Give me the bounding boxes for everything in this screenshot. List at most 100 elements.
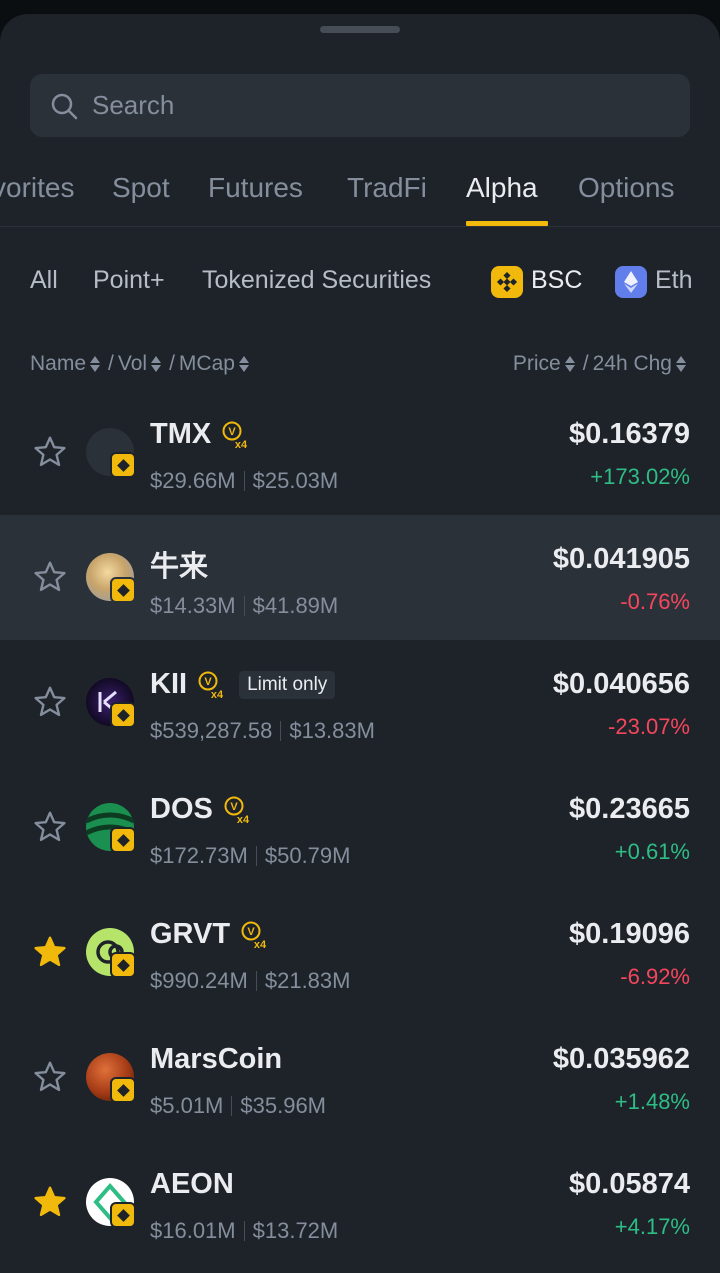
sort-vol-label[interactable]: Vol: [118, 352, 147, 376]
token-price: $0.05874: [569, 1168, 690, 1200]
sort-arrows-icon[interactable]: [151, 356, 162, 372]
token-row[interactable]: MarsCoin $5.01M $35.96M $0.035962 +1.48%: [0, 1015, 720, 1140]
svg-text:V: V: [229, 426, 237, 438]
chip-bsc[interactable]: BSC: [531, 266, 582, 295]
sort-separator: /: [169, 352, 175, 375]
chip-point-plus[interactable]: Point+: [93, 266, 165, 295]
bsc-badge-icon: [110, 1202, 136, 1228]
chip-tokenized-securities[interactable]: Tokenized Securities: [202, 266, 431, 295]
divider: [243, 1221, 245, 1241]
star-icon[interactable]: [32, 809, 68, 845]
x4-multiplier-icon: V x4: [241, 921, 267, 950]
divider: [255, 846, 257, 866]
divider: [243, 596, 245, 616]
token-price: $0.16379: [569, 418, 690, 450]
tab-spot[interactable]: Spot: [112, 172, 170, 204]
bsc-chain-icon: [491, 266, 523, 298]
svg-text:x4: x4: [254, 939, 267, 950]
token-symbol: AEON: [150, 1168, 234, 1200]
token-market-cap: $21.83M: [264, 968, 351, 993]
bsc-badge-icon: [110, 702, 136, 728]
token-symbol: MarsCoin: [150, 1043, 283, 1075]
sort-arrows-icon[interactable]: [238, 356, 249, 372]
star-icon[interactable]: [32, 559, 68, 595]
tab-options[interactable]: Options: [578, 172, 675, 204]
chip-all[interactable]: All: [30, 266, 58, 295]
token-change: -23.07%: [608, 714, 690, 739]
token-row[interactable]: DOS V x4 $172.73M $50.79M $0.23665 +0.61…: [0, 765, 720, 890]
chip-eth[interactable]: Eth: [655, 266, 693, 295]
star-icon[interactable]: [32, 684, 68, 720]
token-row[interactable]: KII V x4 Limit only $539,287.58 $13.83M …: [0, 640, 720, 765]
tab-alpha[interactable]: Alpha: [466, 172, 538, 204]
token-market-cap: $13.72M: [252, 1218, 339, 1243]
token-volume: $990.24M: [150, 968, 248, 993]
market-sheet: Search vorites Spot Futures TradFi Alpha…: [0, 14, 720, 1273]
token-list: TMX V x4 $29.66M $25.03M $0.16379 +173.0…: [0, 390, 720, 1265]
token-volume: $5.01M: [150, 1093, 224, 1118]
svg-text:x4: x4: [237, 814, 250, 825]
bsc-badge-icon: [110, 827, 136, 853]
token-volume: $14.33M: [150, 593, 236, 618]
token-change: +173.02%: [590, 464, 690, 489]
svg-text:V: V: [204, 676, 212, 688]
market-tabs: vorites Spot Futures TradFi Alpha Option…: [0, 154, 720, 227]
svg-text:x4: x4: [211, 689, 224, 700]
tab-tradfi[interactable]: TradFi: [347, 172, 427, 204]
sort-arrows-icon[interactable]: [564, 356, 575, 372]
active-tab-indicator: [466, 221, 548, 226]
token-change: +0.61%: [614, 839, 690, 864]
token-change: +4.17%: [614, 1214, 690, 1239]
filter-chips: All Point+ Tokenized Securities BSC Eth: [0, 242, 720, 322]
token-volume: $539,287.58: [150, 718, 273, 743]
star-icon[interactable]: [32, 1059, 68, 1095]
svg-text:x4: x4: [235, 439, 248, 450]
token-price: $0.040656: [552, 668, 690, 700]
bsc-badge-icon: [110, 1077, 136, 1103]
token-row[interactable]: GRVT V x4 $990.24M $21.83M $0.19096 -6.9…: [0, 890, 720, 1015]
search-input[interactable]: Search: [30, 74, 690, 137]
bsc-badge-icon: [110, 577, 136, 603]
sort-arrows-icon[interactable]: [90, 356, 101, 372]
token-price: $0.035962: [552, 1043, 690, 1075]
drag-handle[interactable]: [320, 26, 400, 33]
tab-futures[interactable]: Futures: [208, 172, 303, 204]
divider: [280, 721, 282, 741]
sort-change-label[interactable]: 24h Chg: [593, 352, 672, 376]
token-volume: $172.73M: [150, 843, 248, 868]
token-row[interactable]: AEON $16.01M $13.72M $0.05874 +4.17%: [0, 1140, 720, 1265]
token-row[interactable]: TMX V x4 $29.66M $25.03M $0.16379 +173.0…: [0, 390, 720, 515]
token-change: +1.48%: [614, 1089, 690, 1114]
sort-mcap-label[interactable]: MCap: [179, 352, 235, 376]
token-volume: $16.01M: [150, 1218, 236, 1243]
sort-arrows-icon[interactable]: [676, 356, 686, 372]
star-filled-icon[interactable]: [32, 934, 68, 970]
token-row[interactable]: 牛来 $14.33M $41.89M $0.041905 -0.76%: [0, 515, 720, 640]
token-market-cap: $13.83M: [289, 718, 375, 743]
search-icon: [51, 93, 78, 119]
token-market-cap: $41.89M: [252, 593, 339, 618]
svg-text:V: V: [230, 801, 238, 813]
star-icon[interactable]: [32, 434, 68, 470]
x4-multiplier-icon: V x4: [224, 796, 250, 825]
bsc-badge-icon: [110, 452, 136, 478]
token-symbol: DOS: [150, 793, 213, 825]
token-change: -6.92%: [620, 964, 690, 989]
sort-name-label[interactable]: Name: [30, 352, 86, 376]
token-symbol: KII: [150, 668, 188, 700]
ethereum-chain-icon: [615, 266, 647, 298]
star-filled-icon[interactable]: [32, 1184, 68, 1220]
sort-separator: /: [582, 352, 589, 375]
divider: [243, 471, 245, 491]
svg-text:V: V: [247, 926, 255, 938]
token-price: $0.23665: [569, 793, 690, 825]
tab-favorites[interactable]: vorites: [0, 172, 74, 204]
token-market-cap: $50.79M: [264, 843, 351, 868]
sort-price-label[interactable]: Price: [513, 352, 561, 376]
sort-header: Name / Vol / MCap Price / 24h Chg: [0, 336, 720, 396]
x4-multiplier-icon: V x4: [198, 671, 224, 700]
token-symbol: 牛来: [150, 551, 209, 583]
token-symbol: GRVT: [150, 918, 231, 950]
divider: [231, 1096, 233, 1116]
bsc-badge-icon: [110, 952, 136, 978]
